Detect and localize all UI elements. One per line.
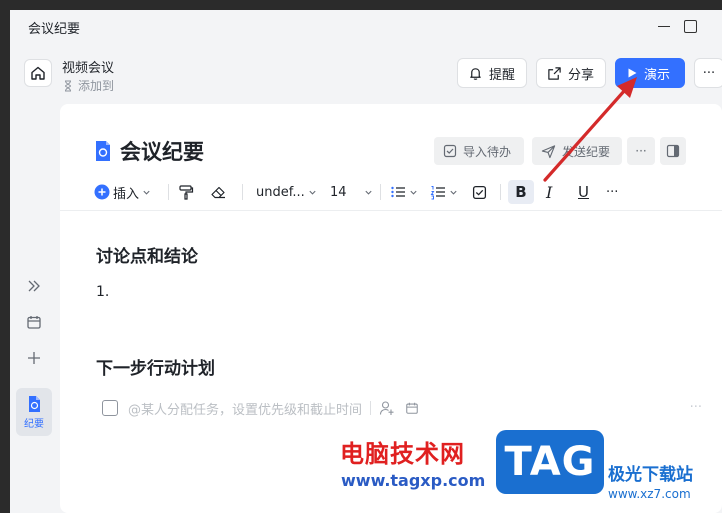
font-size-select[interactable]: 14 [330, 180, 373, 204]
side-panel-button[interactable] [660, 137, 686, 165]
remind-label: 提醒 [489, 67, 516, 83]
underline-icon: U [578, 183, 589, 201]
expand-icon[interactable] [24, 276, 44, 296]
more-icon: ··· [635, 144, 647, 158]
font-size-value: 14 [330, 184, 347, 200]
more-icon: ··· [606, 184, 619, 200]
due-date-icon[interactable] [405, 401, 419, 415]
eraser-icon [211, 186, 225, 199]
italic-button[interactable]: I [546, 180, 552, 204]
task-checkbox[interactable] [102, 400, 118, 416]
add-to-label: 添加到 [78, 79, 115, 93]
toolbar-divider [500, 184, 501, 200]
maximize-icon[interactable] [682, 18, 698, 34]
header-more-button[interactable]: ··· [694, 58, 722, 88]
home-button[interactable] [24, 59, 52, 87]
send-minutes-button[interactable]: 发送纪要 [532, 137, 622, 165]
clear-format-button[interactable] [210, 180, 227, 204]
insert-button[interactable]: 插入 [94, 180, 151, 204]
meeting-header: 视频会议 添加到 提醒 分享 演示 ··· [10, 44, 722, 102]
toolbar-more-button[interactable]: ··· [606, 180, 618, 204]
add-circle-icon [94, 184, 110, 200]
chevron-down-icon [143, 190, 150, 195]
minutes-tab-label: 纪要 [24, 418, 44, 430]
panel-icon [666, 144, 680, 158]
chevron-down-icon [364, 190, 372, 195]
import-todo-button[interactable]: 导入待办 [434, 137, 524, 165]
toolbar-divider [242, 184, 243, 200]
task-more-icon[interactable]: ··· [690, 400, 702, 415]
present-label: 演示 [644, 67, 671, 83]
toolbar-divider-line [60, 210, 722, 211]
home-icon [31, 66, 45, 80]
task-divider [370, 401, 372, 415]
title-bar: 会议纪要 [10, 10, 722, 44]
play-icon [628, 68, 637, 78]
assign-user-icon[interactable] [379, 400, 395, 416]
doc-title-icon [96, 141, 110, 161]
list-item-number[interactable]: 1. [96, 284, 109, 300]
bullet-list-icon [391, 186, 405, 198]
remind-button[interactable]: 提醒 [457, 58, 527, 88]
minimize-icon[interactable] [656, 18, 672, 34]
more-icon: ··· [702, 65, 716, 81]
section-heading-action-plan[interactable]: 下一步行动计划 [96, 354, 215, 379]
minutes-doc-icon [29, 395, 40, 412]
plus-icon[interactable] [24, 348, 44, 368]
task-input-placeholder[interactable]: @某人分配任务，设置优先级和截止时间 [128, 399, 362, 418]
insert-label: 插入 [113, 186, 140, 202]
bell-icon [470, 67, 481, 80]
format-painter-button[interactable] [178, 180, 194, 204]
doc-title: 会议纪要 [120, 140, 204, 164]
watermark-logo: TAG [496, 430, 604, 494]
toolbar-divider [380, 184, 381, 200]
bold-icon: B [515, 183, 527, 201]
numbered-list-button[interactable] [430, 180, 458, 204]
send-minutes-label: 发送纪要 [562, 144, 611, 159]
send-icon [541, 144, 556, 158]
checkbox-icon [472, 185, 487, 199]
italic-icon: I [546, 182, 553, 202]
chevron-down-icon [410, 190, 417, 195]
minutes-tab[interactable]: 纪要 [16, 388, 52, 436]
present-button[interactable]: 演示 [615, 58, 685, 88]
meeting-name: 视频会议 [62, 61, 115, 76]
checklist-button[interactable] [472, 180, 487, 204]
font-family-value: undef... [256, 184, 305, 200]
font-family-select[interactable]: undef... [256, 180, 317, 204]
watermark-url: www.tagxp.com [341, 471, 486, 490]
watermark-site-url: www.xz7.com [608, 487, 691, 501]
add-to-button[interactable]: 添加到 [62, 77, 114, 94]
task-row[interactable]: @某人分配任务，设置优先级和截止时间 ··· [102, 396, 702, 420]
doc-more-button[interactable]: ··· [627, 137, 655, 165]
section-heading-discussion[interactable]: 讨论点和结论 [96, 242, 198, 267]
share-label: 分享 [568, 67, 595, 83]
watermark-logo-text: TAG [504, 439, 596, 485]
underline-button[interactable]: U [578, 180, 589, 204]
hourglass-icon [64, 80, 72, 91]
watermark-site-name: 极光下载站 [608, 465, 693, 485]
window-title: 会议纪要 [28, 22, 81, 37]
format-painter-icon [179, 185, 194, 200]
chevron-down-icon [450, 190, 457, 195]
watermark-cn-text: 电脑技术网 [340, 440, 465, 468]
numbered-list-icon [430, 186, 445, 200]
format-toolbar: 插入 undef... 14 B I U ··· [60, 176, 722, 208]
share-button[interactable]: 分享 [536, 58, 606, 88]
chevron-down-icon [309, 190, 316, 195]
bold-button[interactable]: B [508, 180, 534, 204]
calendar-icon[interactable] [24, 312, 44, 332]
todo-icon [443, 144, 457, 158]
left-rail: 纪要 [10, 102, 60, 513]
toolbar-divider [168, 184, 169, 200]
bullet-list-button[interactable] [390, 180, 418, 204]
import-todo-label: 导入待办 [463, 144, 512, 159]
share-icon [548, 66, 561, 80]
